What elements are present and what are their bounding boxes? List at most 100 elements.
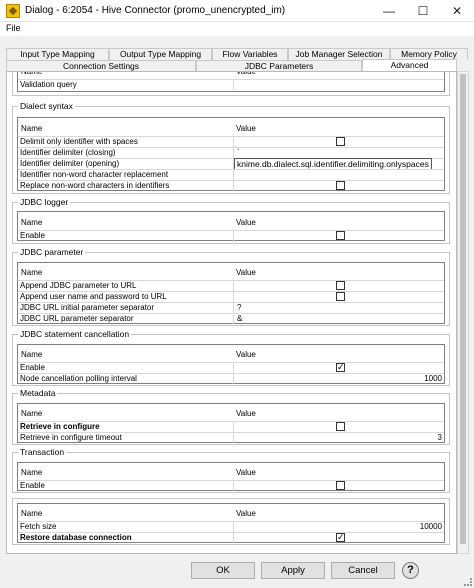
row-label: Node cancellation polling interval (20, 374, 137, 383)
value-number: 1000 (424, 374, 442, 383)
table-row[interactable]: Validation query (18, 79, 444, 90)
row-label: JDBC URL initial parameter separator (20, 303, 154, 312)
table-row[interactable]: Identifier delimiter (closing) ` (18, 147, 444, 158)
table-row[interactable]: Enable (18, 230, 444, 241)
knime-app-icon (6, 4, 20, 18)
group-title: JDBC parameter (18, 247, 86, 258)
row-label: Enable (20, 481, 45, 490)
dialect-table: Name Value Delimit only identifier with … (17, 117, 445, 191)
table-row[interactable]: Append JDBC parameter to URL (18, 280, 444, 291)
value-cell[interactable] (233, 170, 444, 180)
column-value: Value (236, 350, 256, 359)
value-cell[interactable]: 1000 (233, 374, 444, 384)
checkbox[interactable] (336, 481, 345, 490)
value-cell[interactable]: & (233, 314, 444, 324)
table-row[interactable]: Append user name and password to URL (18, 291, 444, 302)
column-name: Name (21, 124, 43, 133)
table-row[interactable]: Identifier non-word character replacemen… (18, 169, 444, 180)
group-validation: Name Value Validation query (12, 71, 450, 96)
column-name: Name (21, 218, 43, 227)
advanced-settings-panel: Name Value Validation query Dialect synt… (6, 71, 457, 554)
group-title: Transaction (18, 447, 67, 458)
value-cell (233, 137, 444, 147)
menu-file[interactable]: File (6, 23, 21, 33)
row-label: Replace non-word characters in identifie… (20, 181, 170, 190)
close-button[interactable]: ✕ (440, 0, 474, 22)
table-row[interactable]: Identifier delimiter (opening) knime.db.… (18, 158, 444, 170)
cancel-button[interactable]: Cancel (331, 562, 395, 579)
group-dialect-syntax: Dialect syntax Name Value Delimit only i… (12, 101, 450, 194)
value-cell[interactable]: ? (233, 303, 444, 313)
value-cell (233, 281, 444, 291)
value-cell[interactable]: 3 (233, 433, 444, 443)
resize-grip-icon[interactable] (464, 578, 472, 586)
group-title: Metadata (18, 388, 58, 399)
tab-input-type-mapping[interactable]: Input Type Mapping (6, 48, 109, 60)
table-row[interactable]: Retrieve in configure timeout 3 (18, 432, 444, 443)
value-text: ? (237, 303, 242, 312)
value-cell[interactable]: ` (233, 148, 444, 158)
value-number: 10000 (419, 522, 442, 531)
row-label: Enable (20, 231, 45, 240)
table-row[interactable]: Enable (18, 361, 444, 373)
ok-button[interactable]: OK (191, 562, 255, 579)
row-label: Append user name and password to URL (20, 292, 167, 301)
table-row[interactable]: Fetch size 10000 (18, 521, 444, 532)
table-row[interactable]: Restore database connection (18, 531, 444, 543)
row-label: Fetch size (20, 522, 57, 531)
row-label: Delimit only identifier with spaces (20, 137, 138, 146)
column-name: Name (21, 71, 43, 76)
misc-table: Name Value Fetch size 10000 Restore data… (17, 503, 445, 543)
table-row[interactable]: Replace non-word characters in identifie… (18, 180, 444, 191)
table-row[interactable]: JDBC URL initial parameter separator ? (18, 302, 444, 313)
table-row[interactable]: Enable (18, 480, 444, 491)
group-title: JDBC statement cancellation (18, 329, 132, 340)
column-value: Value (236, 124, 256, 133)
table-row[interactable]: Node cancellation polling interval 1000 (18, 373, 444, 384)
value-cell (233, 531, 444, 543)
vertical-scrollbar[interactable] (457, 71, 469, 554)
row-label: Validation query (20, 80, 77, 89)
checkbox-checked[interactable] (336, 361, 345, 373)
minimize-button[interactable]: — (372, 0, 406, 22)
tab-output-type-mapping[interactable]: Output Type Mapping (109, 48, 212, 60)
table-row[interactable]: Delimit only identifier with spaces (18, 136, 444, 147)
checkbox[interactable] (336, 231, 345, 240)
window-title: Dialog - 6:2054 - Hive Connector (promo_… (25, 5, 286, 16)
checkbox[interactable] (336, 292, 345, 301)
checkbox-checked[interactable] (336, 531, 345, 543)
column-value: Value (236, 71, 256, 76)
row-label: Restore database connection (20, 533, 132, 542)
column-value: Value (236, 468, 256, 477)
row-label: Identifier non-word character replacemen… (20, 170, 169, 179)
column-value: Value (236, 409, 256, 418)
value-cell (233, 292, 444, 302)
table-row[interactable]: JDBC URL parameter separator & (18, 313, 444, 324)
value-text: & (237, 314, 243, 323)
table-row[interactable]: Retrieve in configure (18, 421, 444, 432)
column-name: Name (21, 268, 43, 277)
value-cell (233, 181, 444, 191)
column-name: Name (21, 509, 43, 518)
column-name: Name (21, 350, 43, 359)
title-bar: Dialog - 6:2054 - Hive Connector (promo_… (0, 0, 474, 22)
group-jdbc-parameter: JDBC parameter Name Value Append JDBC pa… (12, 247, 450, 326)
checkbox[interactable] (336, 422, 345, 431)
tab-flow-variables[interactable]: Flow Variables (212, 48, 288, 60)
row-label: Enable (20, 363, 45, 372)
group-misc: Name Value Fetch size 10000 Restore data… (12, 498, 450, 545)
help-icon[interactable]: ? (402, 562, 419, 579)
value-cell[interactable] (233, 80, 444, 90)
column-name: Name (21, 468, 43, 477)
checkbox[interactable] (336, 137, 345, 146)
checkbox[interactable] (336, 281, 345, 290)
apply-button[interactable]: Apply (261, 562, 325, 579)
column-value: Value (236, 268, 256, 277)
row-label: Retrieve in configure (20, 422, 100, 431)
value-cell[interactable]: knime.db.dialect.sql.identifier.delimiti… (233, 158, 444, 170)
maximize-button[interactable]: ☐ (406, 0, 440, 22)
checkbox[interactable] (336, 181, 345, 190)
param-table: Name Value Append JDBC parameter to URL … (17, 262, 445, 324)
menu-bar: File (0, 22, 474, 36)
scrollbar-thumb[interactable] (460, 74, 466, 544)
